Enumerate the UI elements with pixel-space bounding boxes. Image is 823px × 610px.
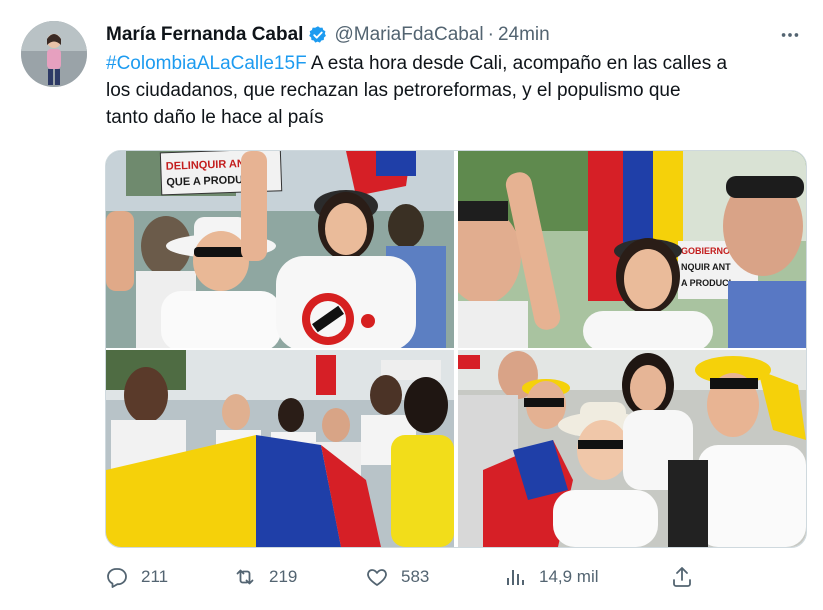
views-button[interactable]: 14,9 mil xyxy=(503,562,599,592)
views-chart-icon xyxy=(507,570,524,585)
views-count: 14,9 mil xyxy=(539,567,599,586)
separator-dot: · xyxy=(487,24,494,45)
retweet-count: 219 xyxy=(269,567,298,586)
avatar-image xyxy=(21,21,87,87)
hashtag-link[interactable]: #ColombiaALaCalle15F xyxy=(106,53,307,74)
tweet-header: María Fernanda Cabal @MariaFdaCabal · 24… xyxy=(106,22,803,48)
like-button[interactable]: 583 xyxy=(365,562,429,592)
tweet-text-line-3: tanto daño le hace al país xyxy=(106,107,324,128)
photo-1[interactable]: DELINQUIR ANT QUE A PRODUCI xyxy=(106,151,454,348)
share-button[interactable] xyxy=(670,562,706,592)
tweet-text-line-2: los ciudadanos, que rechazan las petrore… xyxy=(106,80,681,101)
like-count: 583 xyxy=(401,567,430,586)
tweet-text-line-1: #ColombiaALaCalle15F A esta hora desde C… xyxy=(106,50,806,77)
avatar[interactable] xyxy=(21,21,87,87)
reply-count: 211 xyxy=(141,567,169,586)
retweet-button[interactable]: 219 xyxy=(233,562,297,592)
reply-button[interactable]: 211 xyxy=(105,562,168,592)
verified-badge-icon xyxy=(308,25,328,45)
heart-icon xyxy=(367,569,387,586)
more-options-icon[interactable] xyxy=(777,22,803,48)
tweet-text: #ColombiaALaCalle15F A esta hora desde C… xyxy=(106,50,806,131)
tweet-time[interactable]: 24min xyxy=(498,24,550,46)
tweet-text-line-1-rest: A esta hora desde Cali, acompaño en las … xyxy=(306,53,728,74)
media-grid: DELINQUIR ANT QUE A PRODUCI GOBIERNO INC… xyxy=(105,150,807,548)
author-name[interactable]: María Fernanda Cabal xyxy=(106,24,303,46)
photo-4[interactable] xyxy=(458,350,806,547)
share-icon xyxy=(673,567,691,587)
photo-3[interactable] xyxy=(106,350,454,547)
action-bar: 211 219 583 14,9 mil xyxy=(105,562,805,592)
sign-2-line-3: A PRODUCI xyxy=(681,278,731,288)
reply-icon xyxy=(107,568,127,588)
author-handle[interactable]: @MariaFdaCabal xyxy=(334,24,483,46)
sign-2-line-2: NQUIR ANT xyxy=(681,262,731,272)
retweet-icon xyxy=(236,569,254,585)
photo-2[interactable]: GOBIERNO INCI NQUIR ANT A PRODUCI xyxy=(458,151,806,348)
